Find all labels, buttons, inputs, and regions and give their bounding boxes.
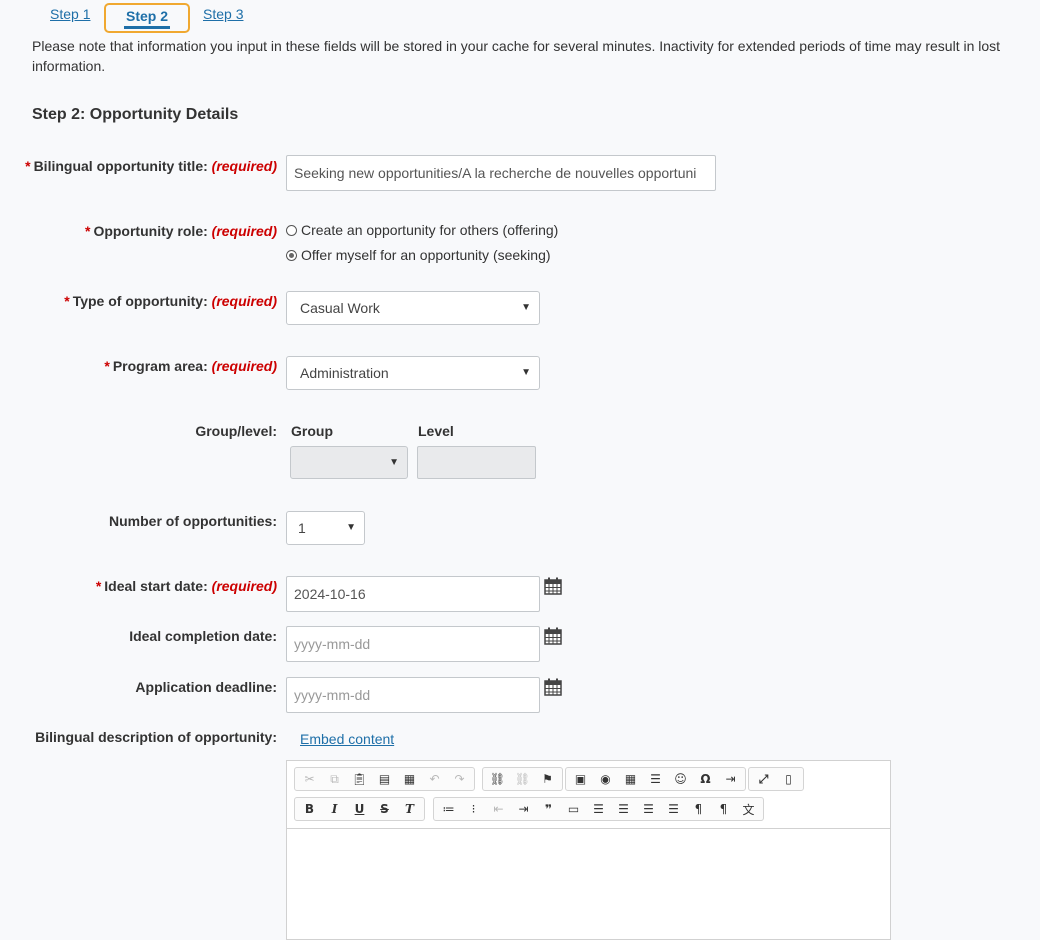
paste-text-icon[interactable]: ▤ <box>372 768 397 790</box>
image-icon[interactable]: ▣ <box>568 768 593 790</box>
horizontal-rule-icon[interactable]: ☰ <box>643 768 668 790</box>
calendar-icon[interactable] <box>544 627 562 645</box>
title-input[interactable]: Seeking new opportunities/A la recherche… <box>286 155 716 191</box>
required-star: * <box>25 158 31 174</box>
source-icon[interactable]: ▯ <box>776 768 801 790</box>
page-break-icon[interactable]: ⇥ <box>718 768 743 790</box>
group-sub-label: Group <box>291 423 333 439</box>
paragraph-group: ≔ ⁝ ⇤ ⇥ ❞ ▭ ☰ ☰ ☰ ☰ ¶ ¶ 文 <box>433 797 764 821</box>
basic-styles-group: B I U S T <box>294 797 425 821</box>
cache-notice: Please note that information you input i… <box>32 38 1001 74</box>
special-char-icon[interactable]: Ω <box>693 768 718 790</box>
unlink-icon[interactable]: ⛓ <box>510 768 535 790</box>
embed-content-link[interactable]: Embed content <box>300 731 394 747</box>
title-label: * Bilingual opportunity title: (required) <box>25 158 277 174</box>
step-2-label: Step 2 <box>123 8 170 29</box>
role-option-seeking[interactable]: Offer myself for an opportunity (seeking… <box>286 247 551 263</box>
start-date-label: * Ideal start date: (required) <box>95 578 277 594</box>
completion-date-label: Ideal completion date: <box>129 628 277 644</box>
numbered-list-icon[interactable]: ≔ <box>436 798 461 820</box>
align-center-icon[interactable]: ☰ <box>611 798 636 820</box>
step-3-link[interactable]: Step 3 <box>203 6 243 22</box>
clipboard-group: ✂ ⧉ 📋︎ ▤ ▦ ↶ ↷ <box>294 767 475 791</box>
group-select[interactable]: ▼ <box>290 446 408 479</box>
flash-icon[interactable]: ◉ <box>593 768 618 790</box>
table-icon[interactable]: ▦ <box>618 768 643 790</box>
program-area-select[interactable]: Administration ▼ <box>286 356 540 390</box>
chevron-down-icon: ▼ <box>346 522 356 533</box>
tools-group: ⤢ ▯ <box>748 767 804 791</box>
calendar-icon[interactable] <box>544 678 562 696</box>
underline-icon[interactable]: U <box>347 798 372 820</box>
radio-offering[interactable] <box>286 224 297 236</box>
link-group: ⛓ ⛓ ⚑ <box>482 767 563 791</box>
link-icon[interactable]: ⛓ <box>485 768 510 790</box>
bold-icon[interactable]: B <box>297 798 322 820</box>
ltr-icon[interactable]: ¶ <box>686 798 711 820</box>
copy-icon[interactable]: ⧉ <box>322 768 347 790</box>
align-right-icon[interactable]: ☰ <box>636 798 661 820</box>
bulleted-list-icon[interactable]: ⁝ <box>461 798 486 820</box>
type-label: * Type of opportunity: (required) <box>64 293 277 309</box>
language-icon[interactable]: 文 <box>736 798 761 820</box>
rich-text-editor[interactable]: ✂ ⧉ 📋︎ ▤ ▦ ↶ ↷ ⛓ ⛓ ⚑ ▣ ◉ ▦ ☰ ☺ Ω ⇥ ⤢ ▯ B <box>286 760 891 940</box>
strike-icon[interactable]: S <box>372 798 397 820</box>
chevron-down-icon: ▼ <box>521 302 531 313</box>
deadline-label: Application deadline: <box>135 679 277 695</box>
align-left-icon[interactable]: ☰ <box>586 798 611 820</box>
type-select[interactable]: Casual Work ▼ <box>286 291 540 325</box>
paste-icon[interactable]: 📋︎ <box>347 768 372 790</box>
cut-icon[interactable]: ✂ <box>297 768 322 790</box>
step-1-link[interactable]: Step 1 <box>50 6 90 22</box>
group-level-label: Group/level: <box>195 423 277 439</box>
redo-icon[interactable]: ↷ <box>447 768 472 790</box>
role-option-offering[interactable]: Create an opportunity for others (offeri… <box>286 222 558 238</box>
section-title: Step 2: Opportunity Details <box>32 106 239 123</box>
count-label: Number of opportunities: <box>109 513 277 529</box>
remove-format-icon[interactable]: T <box>397 798 422 820</box>
anchor-flag-icon[interactable]: ⚑ <box>535 768 560 790</box>
chevron-down-icon: ▼ <box>389 457 399 468</box>
program-area-label: * Program area: (required) <box>104 358 277 374</box>
justify-icon[interactable]: ☰ <box>661 798 686 820</box>
completion-date-input[interactable]: yyyy-mm-dd <box>286 626 540 662</box>
step-2-current-tab[interactable]: Step 2 <box>104 3 190 33</box>
chevron-down-icon: ▼ <box>521 367 531 378</box>
italic-icon[interactable]: I <box>322 798 347 820</box>
indent-icon[interactable]: ⇥ <box>511 798 536 820</box>
editor-toolbar: ✂ ⧉ 📋︎ ▤ ▦ ↶ ↷ ⛓ ⛓ ⚑ ▣ ◉ ▦ ☰ ☺ Ω ⇥ ⤢ ▯ B <box>287 761 890 829</box>
smiley-icon[interactable]: ☺ <box>668 768 693 790</box>
description-label: Bilingual description of opportunity: <box>35 729 277 745</box>
start-date-input[interactable]: 2024-10-16 <box>286 576 540 612</box>
calendar-icon[interactable] <box>544 577 562 595</box>
insert-group: ▣ ◉ ▦ ☰ ☺ Ω ⇥ <box>565 767 746 791</box>
paste-word-icon[interactable]: ▦ <box>397 768 422 790</box>
outdent-icon[interactable]: ⇤ <box>486 798 511 820</box>
level-sub-label: Level <box>418 423 454 439</box>
role-label: * Opportunity role: (required) <box>84 223 277 239</box>
div-container-icon[interactable]: ▭ <box>561 798 586 820</box>
maximize-icon[interactable]: ⤢ <box>751 768 776 790</box>
radio-seeking[interactable] <box>286 249 297 261</box>
deadline-input[interactable]: yyyy-mm-dd <box>286 677 540 713</box>
level-input[interactable] <box>417 446 536 479</box>
count-select[interactable]: 1 ▼ <box>286 511 365 545</box>
rtl-icon[interactable]: ¶ <box>711 798 736 820</box>
blockquote-icon[interactable]: ❞ <box>536 798 561 820</box>
undo-icon[interactable]: ↶ <box>422 768 447 790</box>
